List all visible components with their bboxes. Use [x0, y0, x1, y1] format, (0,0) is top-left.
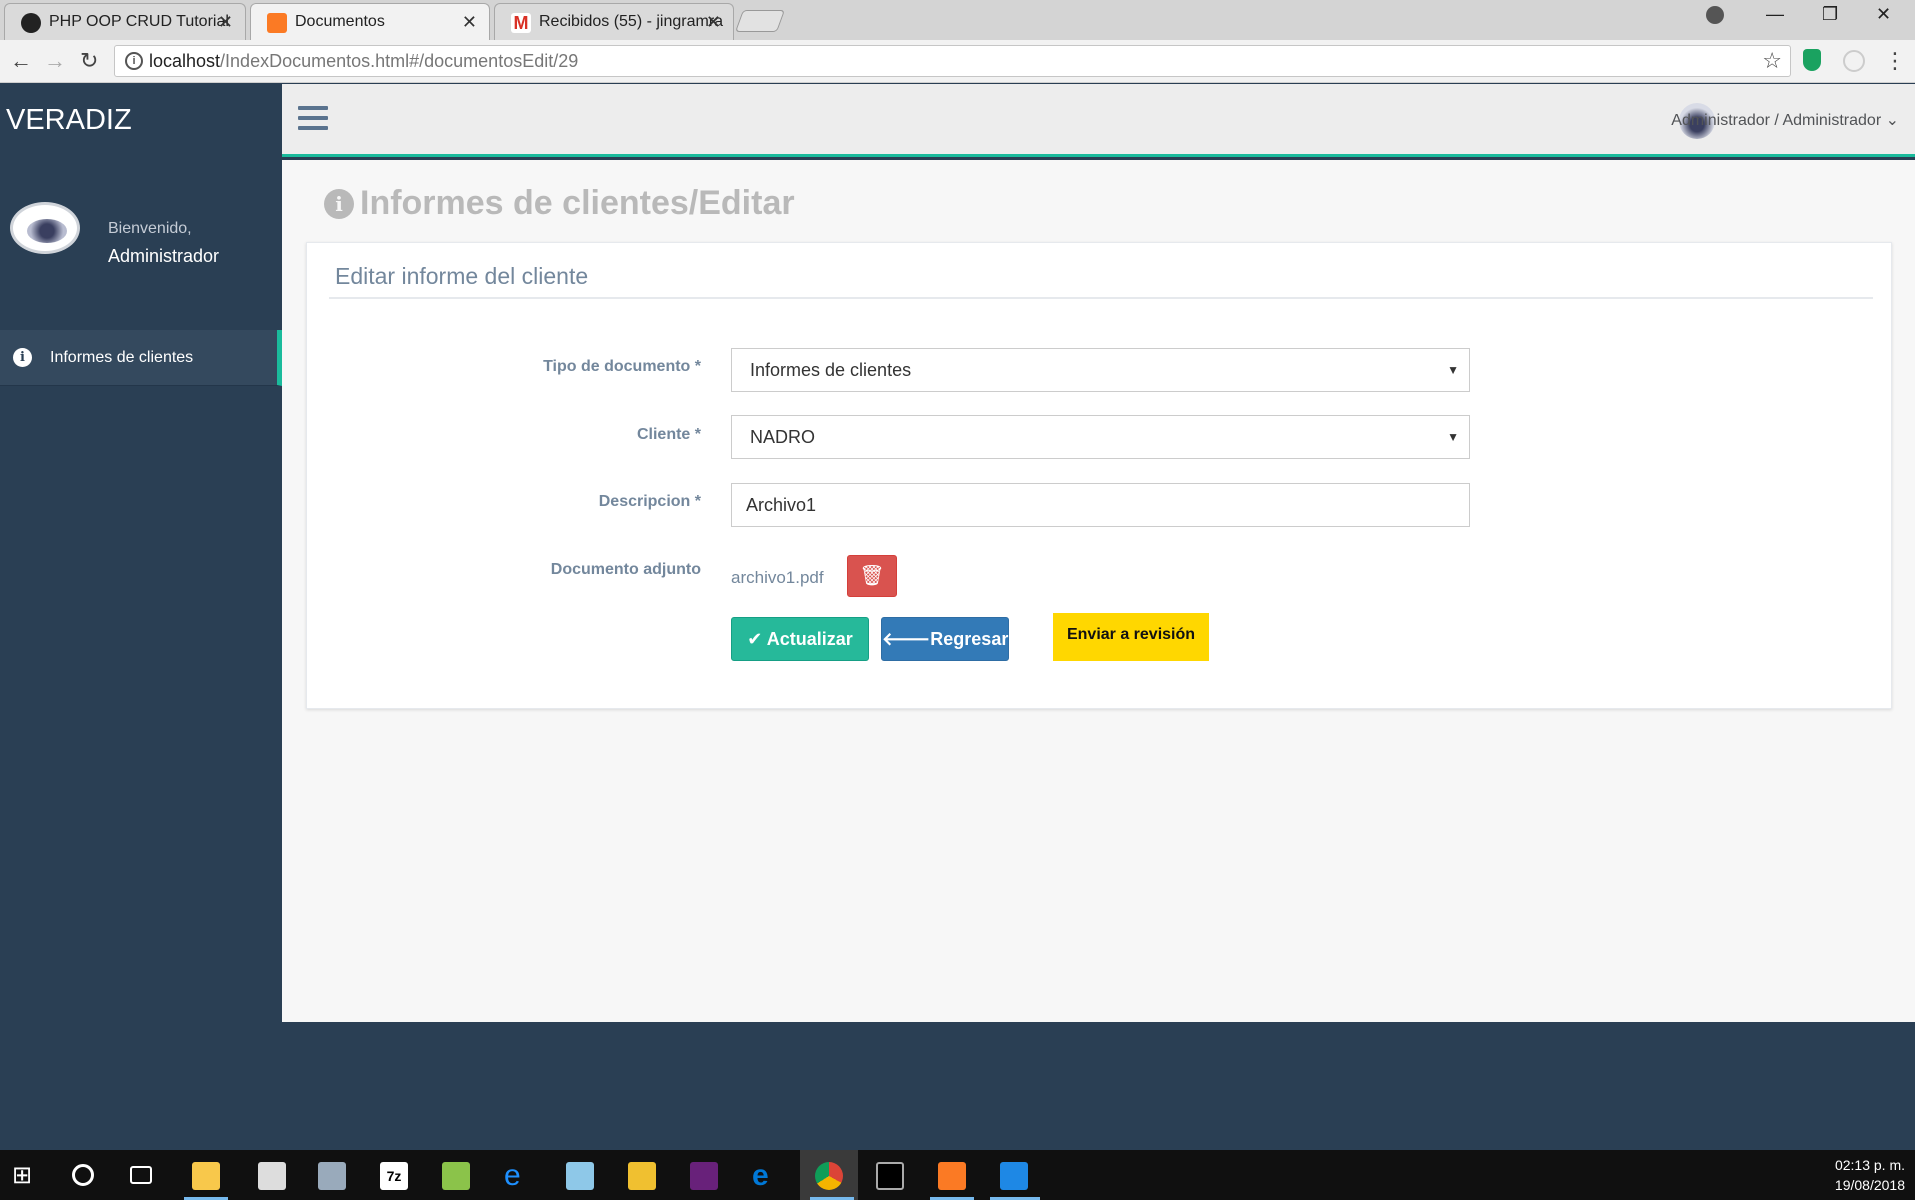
panel-title: Editar informe del cliente — [335, 263, 589, 289]
trash-icon: 🗑 — [859, 565, 885, 587]
xampp-icon[interactable] — [938, 1162, 966, 1190]
back-arrow-icon[interactable]: ← — [10, 48, 32, 74]
user-menu[interactable]: Administrador / Administrador ⌄ — [1671, 110, 1899, 130]
windows-start-icon[interactable]: ⊞ — [12, 1162, 40, 1190]
browser-tab-strip: PHP OOP CRUD Tutorial ✕ Documentos ✕ M R… — [0, 0, 1915, 40]
sql-tool-icon[interactable] — [628, 1162, 656, 1190]
address-bar[interactable]: i localhost/IndexDocumentos.html#/docume… — [114, 45, 1791, 77]
info-circle-icon: i — [324, 189, 354, 219]
documento-adjunto-label: Documento adjunto — [550, 561, 701, 578]
attached-file-name[interactable]: archivo1.pdf — [731, 568, 824, 588]
top-nav: Administrador / Administrador ⌄ — [282, 84, 1915, 157]
close-tab-icon[interactable]: ✕ — [706, 4, 721, 40]
tab-title: Recibidos (55) - jingramra — [539, 13, 724, 30]
minimize-icon[interactable]: — — [1766, 4, 1784, 25]
calculator-icon[interactable] — [258, 1162, 286, 1190]
close-tab-icon[interactable]: ✕ — [218, 4, 233, 40]
reload-icon[interactable]: ↻ — [80, 48, 98, 74]
descripcion-label: Descripcion * — [598, 493, 701, 510]
info-circle-icon: i — [13, 348, 32, 367]
search-icon[interactable] — [72, 1164, 94, 1186]
notepad-icon[interactable] — [442, 1162, 470, 1190]
shield-extension-icon[interactable] — [1803, 49, 1821, 71]
tab-title: Documentos — [295, 13, 385, 30]
file-explorer-icon[interactable] — [192, 1162, 220, 1190]
tipo-documento-label: Tipo de documento * — [543, 358, 701, 375]
extension-icon[interactable] — [1843, 50, 1865, 72]
clock-time: 02:13 p. m. — [1834, 1157, 1905, 1173]
visual-studio-icon[interactable] — [690, 1162, 718, 1190]
tab-php-tutorial[interactable]: PHP OOP CRUD Tutorial ✕ — [4, 3, 246, 40]
task-view-icon[interactable] — [130, 1166, 152, 1184]
gmail-favicon-icon: M — [511, 13, 531, 33]
url-text: localhost/IndexDocumentos.html#/document… — [149, 51, 579, 71]
caret-down-icon: ▼ — [1447, 363, 1459, 377]
tipo-documento-select[interactable]: Informes de clientes ▼ — [731, 348, 1470, 392]
browser-toolbar: ← → ↻ i localhost/IndexDocumentos.html#/… — [0, 40, 1915, 83]
app-icon[interactable] — [566, 1162, 594, 1190]
bookmark-star-icon[interactable]: ☆ — [1762, 48, 1782, 74]
chevron-down-icon: ⌄ — [1885, 112, 1899, 129]
page-title: i Informes de clientes/Editar — [324, 184, 795, 223]
delete-file-button[interactable]: 🗑 — [847, 555, 897, 597]
avatar — [10, 202, 80, 254]
vscode-icon[interactable] — [1000, 1162, 1028, 1190]
check-edit-icon: ✔ — [747, 629, 763, 649]
7zip-icon[interactable]: 7z — [380, 1162, 408, 1190]
tab-documentos[interactable]: Documentos ✕ — [250, 3, 490, 40]
username: Administrador — [108, 246, 220, 266]
edit-panel: Editar informe del cliente Tipo de docum… — [306, 242, 1892, 709]
divider — [329, 297, 1873, 299]
update-button[interactable]: ✔ Actualizar — [731, 617, 869, 661]
restore-icon[interactable]: ❐ — [1822, 4, 1838, 25]
cliente-select[interactable]: NADRO ▼ — [731, 415, 1470, 459]
tab-gmail[interactable]: M Recibidos (55) - jingramra ✕ — [494, 3, 734, 40]
back-button[interactable]: 🡐Regresar — [881, 617, 1009, 661]
app-icon[interactable] — [318, 1162, 346, 1190]
chrome-menu-icon[interactable]: ⋮ — [1884, 48, 1906, 74]
menu-toggle-icon[interactable] — [298, 106, 328, 130]
brand-logo[interactable]: VERADIZ — [6, 104, 132, 137]
close-window-icon[interactable]: ✕ — [1876, 4, 1891, 25]
tab-title: PHP OOP CRUD Tutorial — [49, 13, 229, 30]
forward-arrow-icon[interactable]: → — [44, 48, 66, 74]
cliente-label: Cliente * — [636, 426, 701, 443]
sidebar: VERADIZ Bienvenido, Administrador i Info… — [0, 84, 282, 1022]
close-tab-icon[interactable]: ✕ — [462, 4, 477, 40]
descripcion-input[interactable]: Archivo1 — [731, 483, 1470, 527]
php-tutorial-favicon-icon — [21, 13, 41, 33]
system-clock[interactable]: 02:13 p. m. 19/08/2018 — [1835, 1155, 1905, 1195]
edge-icon[interactable]: e — [752, 1161, 780, 1191]
profile-icon[interactable] — [1706, 6, 1724, 24]
site-info-icon[interactable]: i — [125, 52, 143, 70]
xampp-favicon-icon — [267, 13, 287, 33]
sidebar-item-label: Informes de clientes — [50, 349, 194, 366]
caret-down-icon: ▼ — [1447, 430, 1459, 444]
new-tab-button[interactable] — [734, 10, 786, 32]
arrow-left-icon: 🡐 — [882, 629, 931, 649]
welcome-text: Bienvenido, — [108, 220, 192, 237]
sidebar-item-informes-de-clientes[interactable]: i Informes de clientes — [0, 330, 282, 386]
internet-explorer-icon[interactable]: e — [504, 1161, 532, 1191]
chrome-icon[interactable] — [815, 1162, 843, 1190]
send-to-review-button[interactable]: Enviar a revisión — [1053, 613, 1209, 661]
main-content: i Informes de clientes/Editar Editar info… — [282, 160, 1915, 1022]
clock-date: 19/08/2018 — [1834, 1177, 1905, 1193]
terminal-icon[interactable] — [876, 1162, 904, 1190]
windows-taskbar: ⊞ 7z e e 02:13 p. m. 19/08/2018 — [0, 1150, 1915, 1200]
